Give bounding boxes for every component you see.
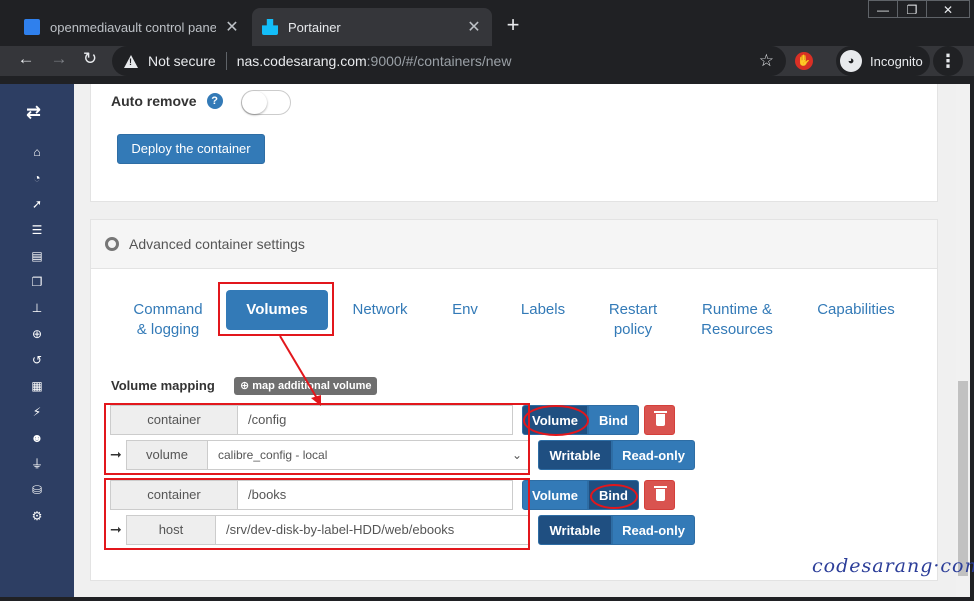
trash-icon bbox=[654, 486, 667, 501]
add-volume-label: map additional volume bbox=[252, 380, 372, 392]
back-arrow-icon[interactable]: ← bbox=[14, 49, 38, 69]
extension-hand-icon[interactable]: ✋ bbox=[795, 52, 813, 70]
browser-tab-portainer[interactable]: Portainer ✕ bbox=[252, 8, 492, 46]
help-icon[interactable]: ? bbox=[206, 93, 223, 109]
history-icon[interactable]: ↺ bbox=[29, 352, 45, 368]
plug-icon[interactable]: ⏚ bbox=[29, 456, 45, 472]
reload-icon[interactable]: ↻ bbox=[78, 49, 102, 69]
incognito-label: Incognito bbox=[870, 53, 923, 69]
annotation-volumes-tab-box bbox=[218, 282, 334, 336]
page-scrollbar[interactable] bbox=[956, 84, 970, 601]
rocket-icon[interactable]: ➚ bbox=[29, 196, 45, 212]
tab-label-line1: Command bbox=[133, 301, 203, 318]
server-icon[interactable]: ▤ bbox=[29, 248, 45, 264]
url-host: nas.codesarang.com bbox=[236, 53, 367, 69]
bind-type-button[interactable]: Bind bbox=[588, 405, 639, 435]
annotation-bind-ellipse bbox=[590, 484, 638, 509]
volume-mapping-label: Volume mapping bbox=[111, 378, 215, 393]
annotation-volume-ellipse bbox=[523, 405, 589, 436]
portainer-favicon-icon bbox=[262, 19, 278, 35]
writable-button[interactable]: Writable bbox=[538, 440, 612, 470]
remove-mapping-1-button[interactable] bbox=[644, 405, 675, 435]
toggle-knob bbox=[242, 91, 267, 114]
dashboard-icon[interactable]: ◔ bbox=[29, 170, 45, 186]
bolt-icon[interactable]: ⚡ bbox=[29, 404, 45, 420]
bookmark-star-icon[interactable]: ☆ bbox=[759, 51, 774, 71]
sitemap-icon[interactable]: ⊥ bbox=[29, 300, 45, 316]
writable-button[interactable]: Writable bbox=[538, 515, 612, 545]
incognito-profile-button[interactable]: ◕ Incognito bbox=[836, 46, 930, 76]
address-divider bbox=[225, 52, 227, 70]
tab-labels[interactable]: Labels bbox=[516, 300, 570, 320]
cubes-icon[interactable]: ⊕ bbox=[29, 326, 45, 342]
tab-label-line1: Runtime & bbox=[701, 301, 773, 318]
home-icon[interactable]: ⌂ bbox=[29, 144, 45, 160]
portainer-sidebar: ⇄ ⌂ ◔ ➚ ☰ ▤ ❐ ⊥ ⊕ ↺ ▦ ⚡ ☻ ⏚ ⛁ ⚙ bbox=[0, 84, 74, 601]
tab-title: Portainer bbox=[288, 19, 341, 35]
advanced-settings-header: Advanced container settings bbox=[91, 220, 937, 269]
url-path: :9000/#/containers/new bbox=[366, 53, 512, 69]
annotation-mapping-1-box bbox=[104, 403, 530, 475]
tab-label-line2: policy bbox=[613, 321, 653, 338]
annotation-mapping-2-box bbox=[104, 478, 530, 550]
map-additional-volume-button[interactable]: ⊕ map additional volume bbox=[234, 377, 378, 395]
tab-command-logging[interactable]: Command & logging bbox=[127, 300, 209, 340]
tab-network[interactable]: Network bbox=[345, 300, 415, 320]
tab-restart-policy[interactable]: Restart policy bbox=[601, 300, 665, 340]
incognito-icon: ◕ bbox=[840, 50, 862, 72]
auto-remove-label: Auto remove bbox=[111, 93, 197, 109]
window-controls: — ❐ ✕ bbox=[868, 0, 970, 18]
browser-menu-button[interactable]: ⋮ bbox=[933, 46, 963, 76]
browser-tabstrip: openmediavault control panel - o ✕ Porta… bbox=[0, 0, 974, 46]
scrollbar-thumb[interactable] bbox=[958, 381, 968, 576]
browser-toolbar: ← → ↻ Not secure nas.codesarang.com :900… bbox=[0, 46, 974, 76]
read-only-button[interactable]: Read-only bbox=[612, 440, 695, 470]
cogs-icon[interactable]: ⚙ bbox=[29, 508, 45, 524]
not-secure-warning-icon bbox=[124, 54, 138, 68]
maximize-button[interactable]: ❐ bbox=[897, 0, 927, 18]
close-tab-icon[interactable]: ✕ bbox=[466, 17, 482, 37]
read-only-button[interactable]: Read-only bbox=[612, 515, 695, 545]
database-icon[interactable]: ⛁ bbox=[29, 482, 45, 498]
clone-icon[interactable]: ❐ bbox=[29, 274, 45, 290]
mapping-2-mode-toggle: Writable Read-only bbox=[538, 515, 695, 545]
auto-remove-row: Auto remove ? bbox=[111, 93, 223, 109]
remove-mapping-2-button[interactable] bbox=[644, 480, 675, 510]
new-tab-button[interactable]: + bbox=[500, 12, 526, 38]
list-icon[interactable]: ☰ bbox=[29, 222, 45, 238]
trash-icon bbox=[654, 411, 667, 426]
address-bar[interactable]: Not secure nas.codesarang.com :9000/#/co… bbox=[112, 46, 786, 76]
volume-type-button[interactable]: Volume bbox=[522, 480, 588, 510]
sidebar-toggle-icon[interactable]: ⇄ bbox=[26, 102, 41, 123]
mapping-1-mode-toggle: Writable Read-only bbox=[538, 440, 695, 470]
tab-label-line1: Restart bbox=[608, 301, 658, 318]
auto-remove-toggle[interactable] bbox=[241, 90, 291, 115]
browser-tab-openmediavault[interactable]: openmediavault control panel - o ✕ bbox=[14, 8, 250, 46]
close-window-button[interactable]: ✕ bbox=[926, 0, 970, 18]
tab-env[interactable]: Env bbox=[447, 300, 483, 320]
openmediavault-favicon-icon bbox=[24, 19, 40, 35]
advanced-settings-title: Advanced container settings bbox=[129, 236, 305, 252]
plus-circle-icon: ⊕ bbox=[240, 380, 253, 392]
th-icon[interactable]: ▦ bbox=[29, 378, 45, 394]
tab-label-line2: & logging bbox=[136, 321, 200, 338]
close-tab-icon[interactable]: ✕ bbox=[224, 17, 240, 37]
tab-title: openmediavault control panel - o bbox=[50, 19, 216, 35]
forward-arrow-icon[interactable]: → bbox=[47, 49, 71, 69]
window-frame-right bbox=[970, 84, 974, 601]
security-label: Not secure bbox=[148, 53, 216, 69]
container-options-panel: Auto remove ? Deploy the container bbox=[90, 84, 938, 202]
deploy-container-button[interactable]: Deploy the container bbox=[117, 134, 265, 164]
tab-label-line2: Resources bbox=[701, 321, 773, 338]
watermark: codesarang·com bbox=[812, 555, 974, 577]
minimize-button[interactable]: — bbox=[868, 0, 898, 18]
window-frame-bottom bbox=[0, 597, 974, 601]
gear-icon bbox=[105, 237, 119, 251]
tab-capabilities[interactable]: Capabilities bbox=[811, 300, 901, 320]
tab-runtime-resources[interactable]: Runtime & Resources bbox=[695, 300, 779, 340]
users-icon[interactable]: ☻ bbox=[29, 430, 45, 446]
